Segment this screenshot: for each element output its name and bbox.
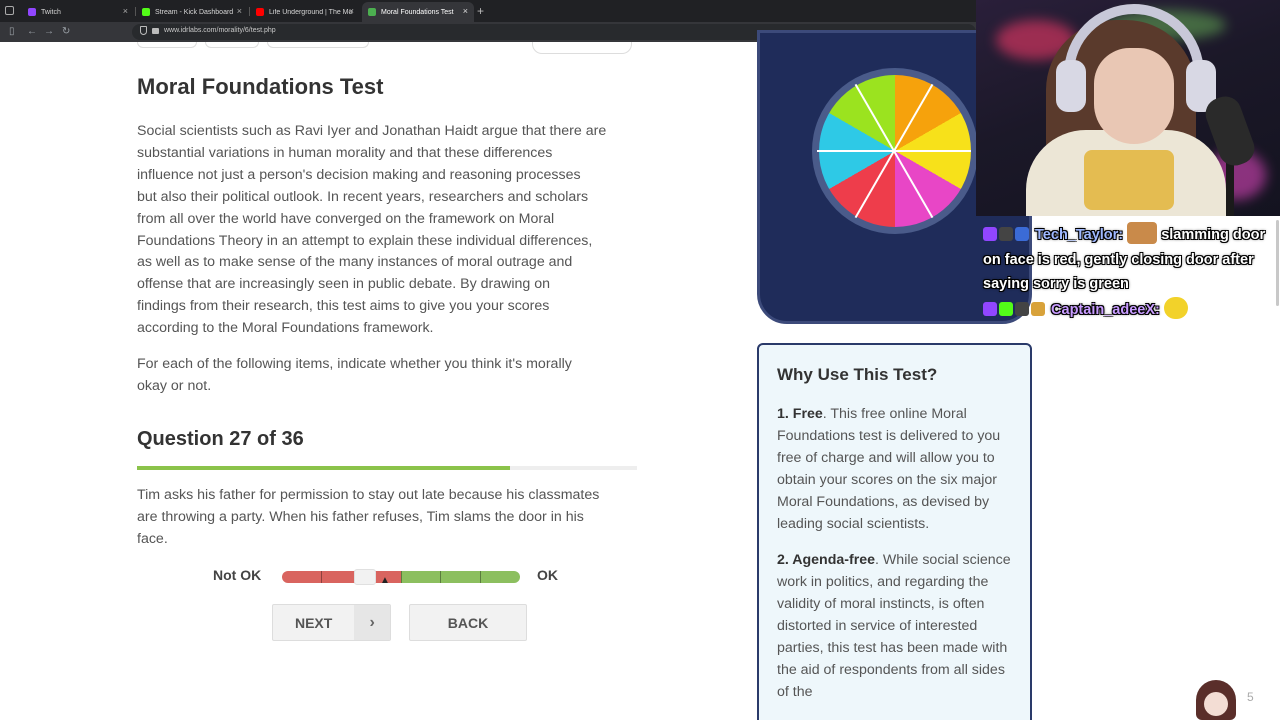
tab-label: Moral Foundations Test — [381, 8, 454, 16]
next-button[interactable]: NEXT › — [272, 604, 391, 641]
face-emote-icon — [1163, 296, 1188, 319]
progress-bar — [137, 466, 637, 470]
morality-slider[interactable] — [282, 571, 520, 583]
question-text: Tim asks his father for permission to st… — [137, 484, 637, 550]
back-button[interactable]: BACK — [409, 604, 527, 641]
question-line: Tim asks his father for permission to st… — [137, 487, 600, 503]
tab-youtube[interactable]: Life Underground | The Mole P... × — [250, 2, 360, 22]
slider-tick — [440, 571, 441, 583]
intro-line: influence not just a person's decision m… — [137, 166, 581, 183]
why-point-agenda-free: 2. Agenda-free. While social science wor… — [777, 550, 1012, 703]
slider-tick — [480, 571, 481, 583]
tab-twitch[interactable]: Twitch × — [22, 2, 134, 22]
intro-line: findings from their research, this test … — [137, 298, 550, 315]
close-tab-icon[interactable]: × — [237, 7, 242, 16]
new-tab-button[interactable]: + — [477, 4, 484, 18]
badge-icon — [1031, 301, 1045, 316]
nav-pill[interactable] — [137, 42, 197, 48]
why-use-title: Why Use This Test? — [777, 365, 938, 384]
kick-badge-icon — [999, 301, 1013, 316]
question-heading: Question 27 of 36 — [137, 428, 304, 450]
scale-label-not-ok: Not OK — [213, 567, 262, 583]
badge-icon — [1015, 227, 1029, 241]
badge-icon — [1015, 301, 1029, 316]
tab-label: Stream - Kick Dashboard — [155, 8, 234, 16]
why-point-heading: 2. Agenda-free — [777, 552, 876, 569]
nav-pill[interactable] — [267, 42, 369, 48]
shield-icon[interactable] — [140, 26, 147, 35]
owl-emote-icon — [1127, 222, 1158, 244]
viewer-count: 5 — [1247, 690, 1254, 704]
close-tab-icon[interactable]: × — [463, 7, 468, 16]
url-text[interactable]: www.idrlabs.com/morality/6/test.php — [164, 27, 276, 34]
question-line: are throwing a party. When his father re… — [137, 509, 584, 525]
intro-line: Foundations Theory in an attempt to expl… — [137, 232, 593, 249]
tab-actions-icon[interactable] — [5, 6, 14, 15]
question-line: face. — [137, 531, 168, 547]
intro-line: from all over the world have converged o… — [137, 210, 555, 227]
why-use-card: Why Use This Test? 1. Free. This free on… — [757, 343, 1032, 720]
stream-chat-overlay: Tech_Taylor: slamming door on face is re… — [983, 222, 1278, 322]
page-title: Moral Foundations Test — [137, 74, 384, 99]
why-point-heading: 1. Free — [777, 406, 823, 422]
close-tab-icon[interactable]: × — [349, 7, 354, 16]
progress-bar-fill — [137, 466, 510, 470]
mascot-face — [1204, 692, 1228, 716]
twitch-badge-icon — [983, 227, 997, 241]
slider-handle[interactable] — [354, 569, 377, 585]
why-point-text: . While social science work in politics,… — [777, 552, 1011, 700]
scrollbar[interactable] — [1276, 220, 1279, 306]
tab-label: Twitch — [41, 8, 61, 16]
back-arrow-icon[interactable]: ← — [27, 25, 37, 39]
tab-label: Life Underground | The Mole P... — [269, 8, 353, 16]
streamer-mascot-icon — [1196, 680, 1236, 720]
instruction-paragraph: For each of the following items, indicat… — [137, 354, 637, 398]
language-selector[interactable] — [532, 42, 632, 54]
chat-message: Captain_adeeX: — [983, 296, 1278, 323]
intro-line: as well as to make sense of the many ins… — [137, 254, 573, 271]
slider-positive-segment[interactable] — [401, 571, 520, 583]
twitch-badge-icon — [983, 301, 997, 316]
intro-line: substantial variations in human morality… — [137, 144, 553, 161]
lock-icon[interactable] — [152, 28, 159, 34]
top-nav-remnants — [137, 42, 369, 48]
slider-tick — [321, 571, 322, 583]
intro-paragraph: Social scientists such as Ravi Iyer and … — [137, 121, 637, 340]
why-point-text: . This free online Moral Foundations tes… — [777, 406, 1001, 532]
badge-icon — [999, 227, 1013, 241]
intro-line: but also their political outlook. In rec… — [137, 188, 589, 205]
next-button-label: NEXT — [294, 614, 333, 631]
why-point-free: 1. Free. This free online Moral Foundati… — [777, 404, 1012, 535]
chat-username: Tech_Taylor: — [1035, 227, 1124, 243]
webcam-overlay — [976, 0, 1280, 216]
forward-arrow-icon[interactable]: → — [44, 25, 54, 39]
nav-pill[interactable] — [205, 42, 259, 48]
instruction-line: For each of the following items, indicat… — [137, 356, 572, 372]
tab-kick[interactable]: Stream - Kick Dashboard × — [136, 2, 248, 22]
kick-favicon-icon — [142, 8, 150, 16]
headset-earcup — [1056, 60, 1086, 112]
chevron-right-icon: › — [354, 605, 390, 640]
intro-line: according to the Moral Foundations frame… — [137, 320, 434, 337]
reload-icon[interactable]: ↻ — [62, 25, 70, 39]
chat-username: Captain_adeeX: — [1051, 301, 1160, 318]
intro-line: Social scientists such as Ravi Iyer and … — [137, 123, 607, 139]
slider-tick — [401, 571, 402, 583]
twitch-favicon-icon — [28, 8, 36, 16]
intro-line: offense that are increasingly seen in pu… — [137, 276, 551, 293]
scale-label-ok: OK — [537, 567, 558, 583]
chat-message: Tech_Taylor: slamming door on face is re… — [983, 222, 1278, 297]
instruction-line: okay or not. — [137, 377, 212, 394]
mouse-cursor-icon: ▲ — [380, 575, 390, 586]
idrlabs-favicon-icon — [368, 8, 376, 16]
youtube-favicon-icon — [256, 8, 264, 16]
tab-moral-foundations[interactable]: Moral Foundations Test × — [362, 2, 474, 22]
close-tab-icon[interactable]: × — [123, 7, 128, 16]
shirt-graphic — [1084, 150, 1174, 210]
sidebar-toggle-icon[interactable]: ▯ — [9, 25, 15, 39]
